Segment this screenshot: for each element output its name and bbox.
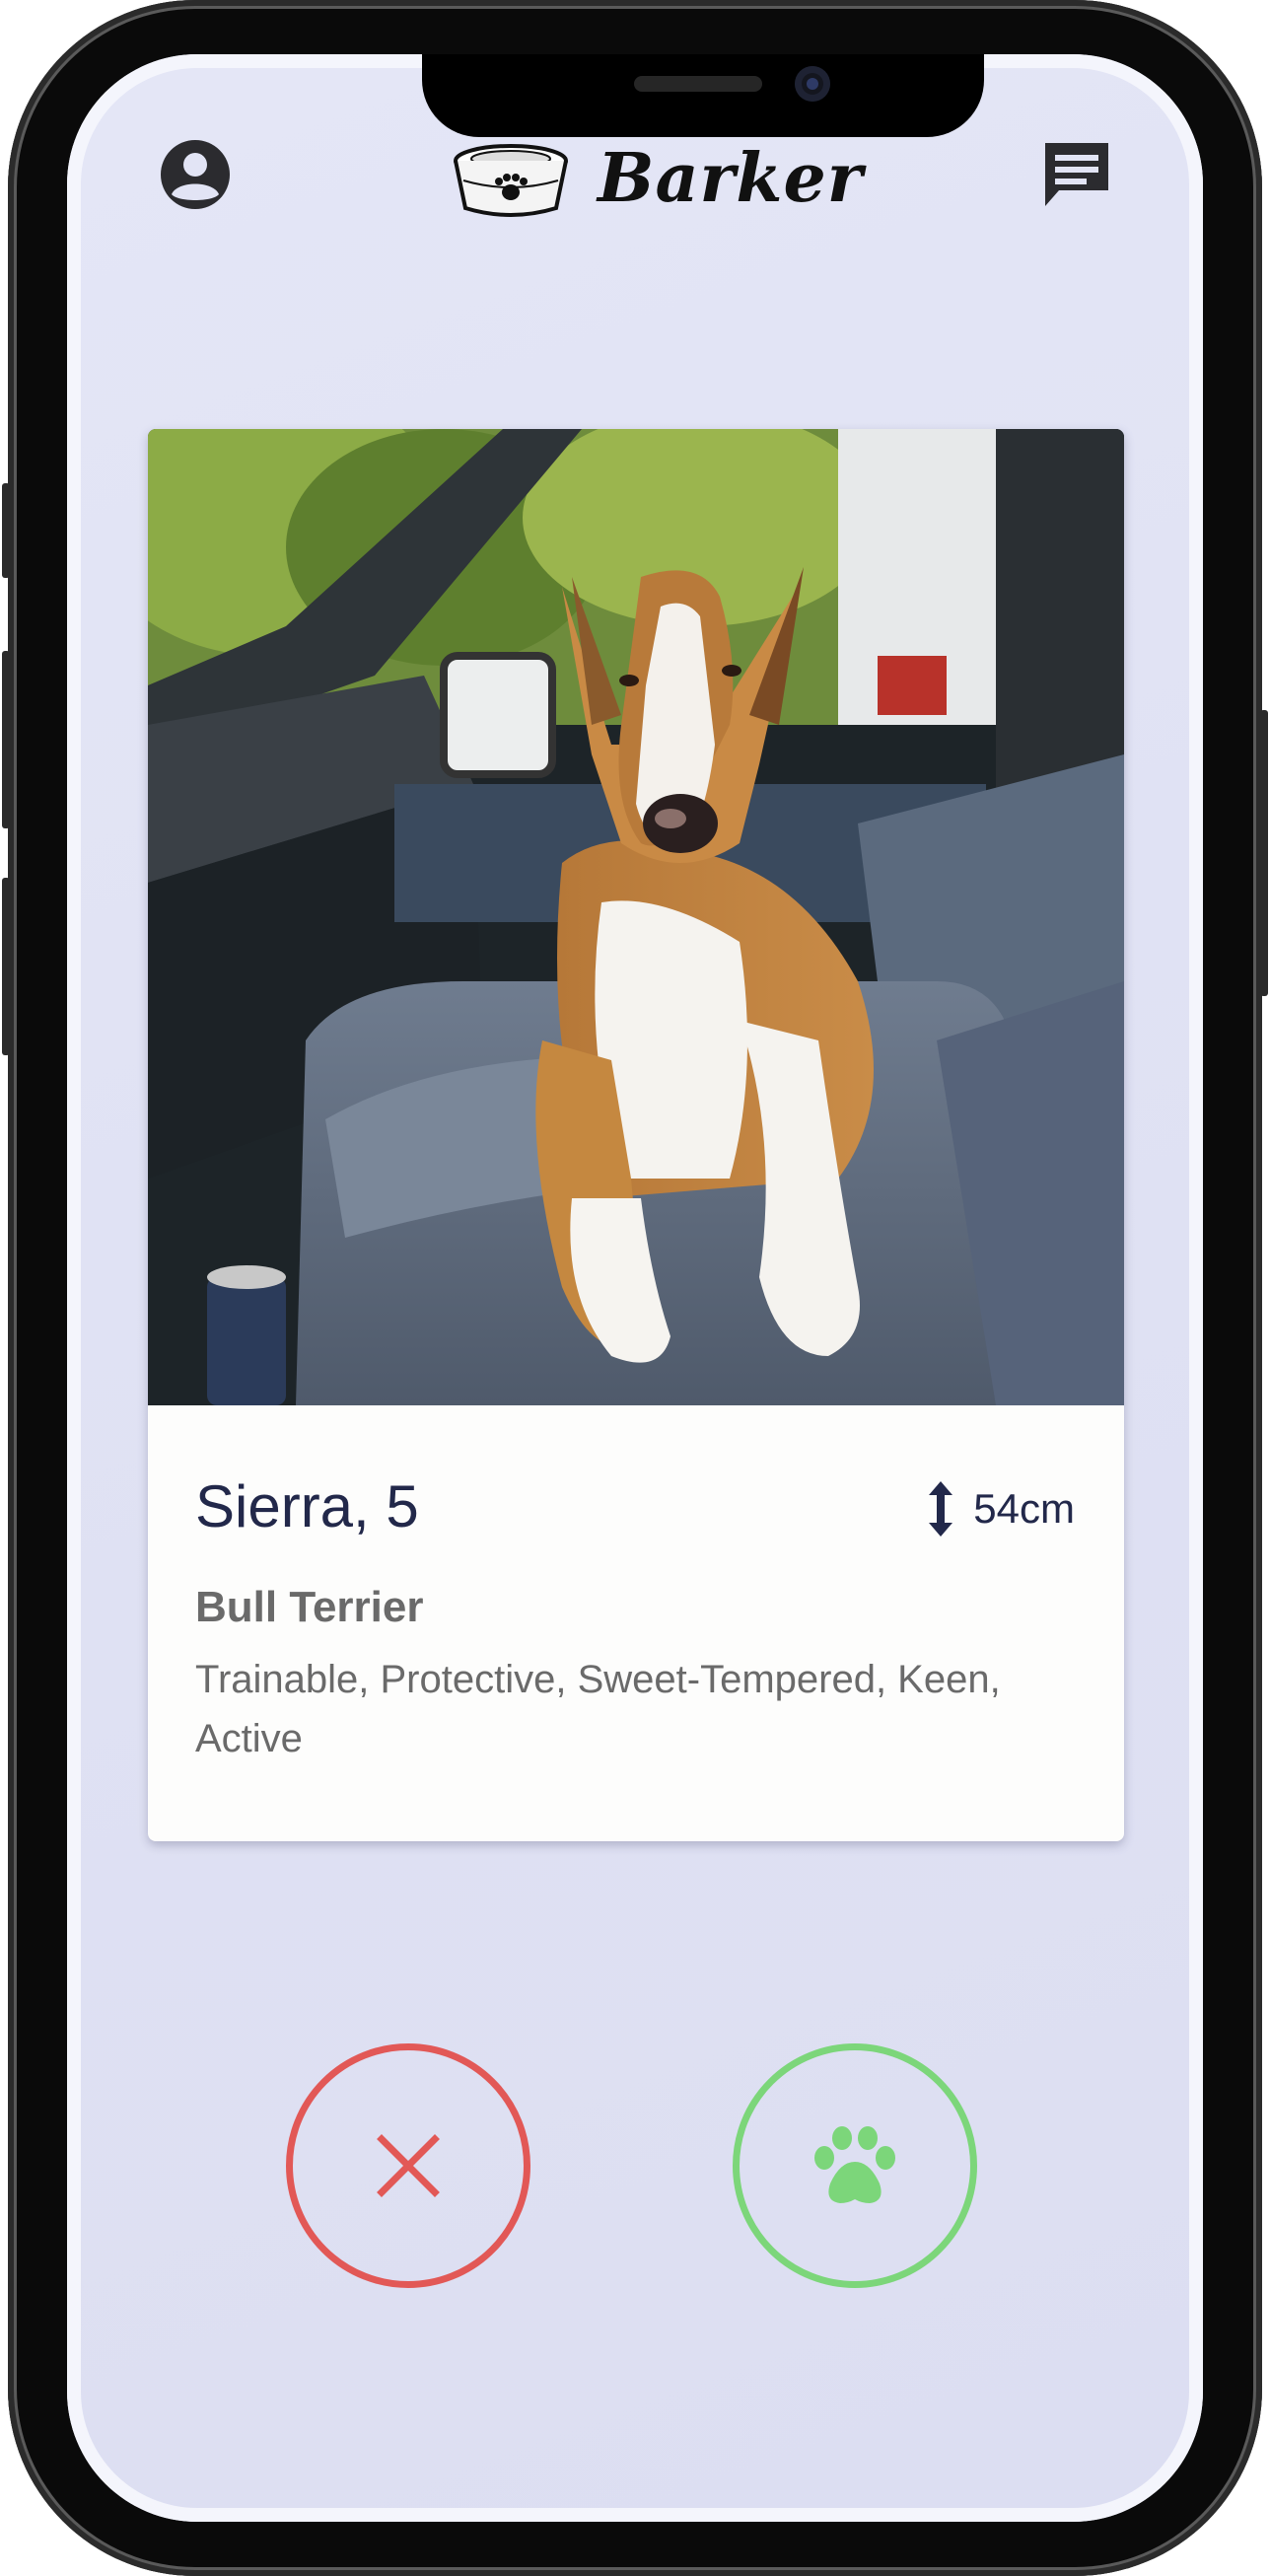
dog-photo <box>148 429 1124 1405</box>
brand-name: Barker <box>598 139 864 218</box>
dog-height-value: 54cm <box>973 1485 1075 1532</box>
phone-side-button <box>2 483 10 578</box>
profile-button[interactable] <box>158 137 233 212</box>
vertical-arrows-icon <box>929 1481 953 1537</box>
close-icon <box>377 2134 440 2197</box>
phone-volume-up-button <box>2 651 10 828</box>
account-circle-icon <box>161 140 230 209</box>
dog-bowl-icon <box>454 144 568 217</box>
app-screen: Barker Sierra, 5 54cm Bull Terrier Train… <box>67 54 1203 2522</box>
phone-power-button <box>1260 710 1268 996</box>
messages-button[interactable] <box>1039 137 1114 212</box>
dog-traits: Trainable, Protective, Sweet-Tempered, K… <box>195 1658 1001 1760</box>
phone-volume-down-button <box>2 878 10 1055</box>
chat-bubble-icon <box>1045 143 1108 206</box>
like-button[interactable] <box>733 2043 977 2288</box>
dog-breed: Bull Terrier <box>195 1583 424 1631</box>
dog-profile-card[interactable]: Sierra, 5 54cm Bull Terrier Trainable, P… <box>148 429 1124 1841</box>
front-camera <box>795 66 830 102</box>
dog-height: 54cm <box>926 1479 1075 1538</box>
brand-logo: Barker <box>446 131 864 226</box>
camera-notch <box>422 54 984 137</box>
dog-name-age: Sierra, 5 <box>195 1473 419 1539</box>
earpiece-speaker <box>634 76 762 92</box>
dislike-button[interactable] <box>286 2043 530 2288</box>
paw-icon <box>814 2126 895 2203</box>
